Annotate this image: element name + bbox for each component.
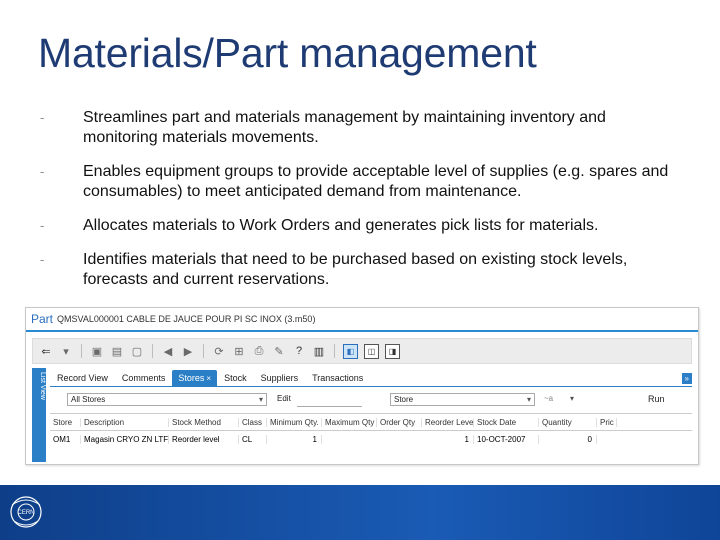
cell-quantity: 0	[539, 434, 597, 444]
filter-bar: All Stores ▾ Edit Store ▾ ~a ▾ Run	[50, 391, 692, 409]
delete-icon[interactable]: ▢	[130, 345, 144, 358]
book-icon[interactable]: ▥	[312, 345, 326, 358]
help-icon[interactable]: ?	[292, 345, 306, 357]
next-icon[interactable]: ▶	[181, 345, 195, 358]
record-title: QMSVAL000001 CABLE DE JAUCE POUR PI SC I…	[57, 314, 316, 324]
column-header[interactable]: Description	[81, 417, 169, 427]
panel-right-icon[interactable]: ◨	[385, 343, 400, 359]
edit-label[interactable]: Edit	[277, 394, 291, 403]
toolbar-divider	[152, 344, 153, 358]
new-record-icon[interactable]: ▤	[110, 345, 124, 358]
logo-text: CERN	[17, 510, 34, 516]
close-icon[interactable]: ×	[206, 374, 211, 383]
app-screenshot: Part QMSVAL000001 CABLE DE JAUCE POUR PI…	[25, 307, 699, 465]
store-filter-select[interactable]: All Stores ▾	[67, 393, 267, 406]
column-header[interactable]: Stock Method	[169, 417, 239, 427]
prev-icon[interactable]: ◀	[161, 345, 175, 358]
back-arrow-icon[interactable]: ⇐	[39, 345, 53, 358]
toolbar: ⇐ ▾ ▣ ▤ ▢ ◀ ▶ ⟳ ⊞ ⎙ ✎ ? ▥ ◧ ◫ ◨	[32, 338, 692, 364]
chevron-down-icon: ▾	[526, 395, 531, 404]
cell-minimum-qty: 1	[267, 434, 322, 444]
bullet-dash: -	[40, 110, 45, 125]
footer-bar	[0, 485, 720, 540]
search-input[interactable]: ~a	[544, 394, 553, 403]
bullet-item: - Enables equipment groups to provide acc…	[40, 162, 680, 202]
edit-field[interactable]	[297, 393, 362, 407]
bullet-item: - Streamlines part and materials manageme…	[40, 108, 680, 148]
cell-store: OM1	[50, 434, 81, 444]
print-icon[interactable]: ⎙	[252, 345, 266, 358]
tab-stock[interactable]: Stock	[217, 373, 254, 386]
bullet-text: Identifies materials that need to be pur…	[83, 251, 628, 288]
chevron-down-icon[interactable]: ▾	[570, 394, 574, 403]
toolbar-divider	[334, 344, 335, 358]
grid-header-row: Store Description Stock Method Class Min…	[50, 413, 692, 431]
bullet-item: - Identifies materials that need to be pu…	[40, 250, 680, 290]
bullet-dash: -	[40, 252, 45, 267]
cell-class: CL	[239, 434, 267, 444]
column-header[interactable]: Store	[50, 417, 81, 427]
dropdown-caret-icon[interactable]: ▾	[59, 345, 73, 358]
stores-grid: Store Description Stock Method Class Min…	[50, 413, 692, 447]
column-header[interactable]: Pric	[597, 417, 617, 427]
toolbar-divider	[203, 344, 204, 358]
panel-left-icon[interactable]: ◧	[343, 343, 358, 359]
save-icon[interactable]: ▣	[90, 345, 104, 358]
column-header[interactable]: Order Qty	[377, 417, 422, 427]
record-header: Part QMSVAL000001 CABLE DE JAUCE POUR PI…	[26, 308, 698, 332]
part-label: Part	[31, 312, 54, 326]
bullet-text: Allocates materials to Work Orders and g…	[83, 217, 599, 234]
panel-split-icon[interactable]: ◫	[364, 343, 379, 359]
slide-title: Materials/Part management	[38, 30, 537, 76]
tab-transactions[interactable]: Transactions	[305, 373, 370, 386]
toolbar-divider	[81, 344, 82, 358]
attach-icon[interactable]: ⊞	[232, 345, 246, 358]
store-filter-value: All Stores	[71, 395, 106, 404]
list-view-tab[interactable]: List View	[32, 368, 46, 462]
column-header[interactable]: Class	[239, 417, 267, 427]
cell-description: Magasin CRYO ZN LTF 107	[81, 434, 169, 444]
bullet-text: Enables equipment groups to provide acce…	[83, 163, 669, 200]
cell-stock-method: Reorder level	[169, 434, 239, 444]
tab-comments[interactable]: Comments	[115, 373, 173, 386]
bullet-text: Streamlines part and materials managemen…	[83, 109, 606, 146]
column-header[interactable]: Stock Date	[474, 417, 539, 427]
run-button[interactable]: Run	[648, 394, 665, 404]
bullet-list: - Streamlines part and materials manageme…	[40, 108, 680, 304]
bullet-item: - Allocates materials to Work Orders and …	[40, 216, 680, 236]
bullet-dash: -	[40, 164, 45, 179]
tab-stores-label: Stores	[178, 373, 205, 383]
record-tabs: Record View Comments Stores × Stock Suppl…	[50, 368, 692, 387]
tab-suppliers[interactable]: Suppliers	[254, 373, 306, 386]
cern-logo-icon: CERN	[10, 496, 42, 528]
collapse-icon[interactable]: »	[681, 373, 692, 384]
tools-icon[interactable]: ✎	[272, 345, 286, 358]
bullet-dash: -	[40, 218, 45, 233]
field-select-value: Store	[394, 395, 414, 404]
field-select[interactable]: Store ▾	[390, 393, 535, 406]
column-header[interactable]: Maximum Qty	[322, 417, 377, 427]
tab-record-view[interactable]: Record View	[50, 373, 115, 386]
tab-stores[interactable]: Stores ×	[172, 370, 218, 386]
table-row[interactable]: OM1 Magasin CRYO ZN LTF 107 Reorder leve…	[50, 431, 692, 447]
column-header[interactable]: Minimum Qty.	[267, 417, 322, 427]
column-header[interactable]: Reorder Level	[422, 417, 474, 427]
refresh-icon[interactable]: ⟳	[212, 345, 226, 358]
cell-stock-date: 10-OCT-2007	[474, 434, 539, 444]
column-header[interactable]: Quantity	[539, 417, 597, 427]
cell-reorder-level: 1	[422, 434, 474, 444]
chevron-down-icon: ▾	[258, 395, 263, 404]
